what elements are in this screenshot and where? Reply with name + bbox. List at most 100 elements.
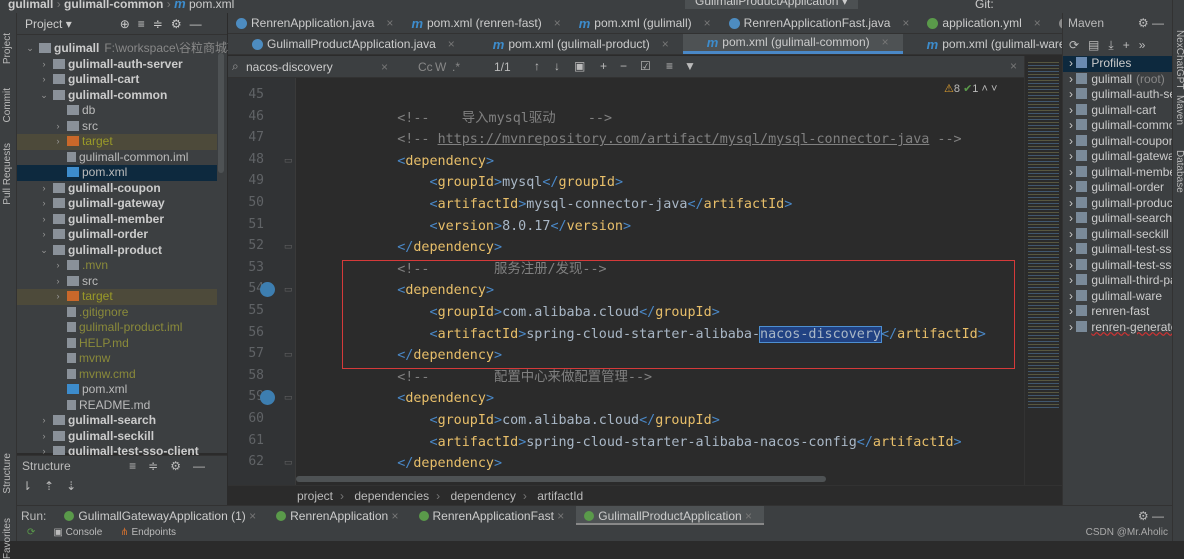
tree-item[interactable]: HELP.md <box>17 336 217 352</box>
chevron-right-icon[interactable]: › <box>53 134 63 150</box>
maven-item[interactable]: › gulimall-auth-server <box>1063 87 1172 103</box>
crumb-root[interactable]: gulimall <box>8 0 53 11</box>
chevron-right-icon[interactable]: › <box>1069 273 1076 287</box>
chevron-right-icon[interactable]: › <box>53 274 63 290</box>
chevron-right-icon[interactable]: › <box>39 196 49 212</box>
rerun-icon[interactable]: ⟳ <box>27 525 35 541</box>
tree-item[interactable]: db <box>17 103 217 119</box>
chevron-right-icon[interactable]: › <box>1069 227 1076 241</box>
pull-requests-tool-tab[interactable]: Pull Requests <box>2 143 13 205</box>
chevron-right-icon[interactable]: › <box>53 289 63 305</box>
minimap[interactable] <box>1024 56 1062 486</box>
editor-tab[interactable]: application.yml × <box>919 13 1050 33</box>
crumb-project[interactable]: project <box>297 489 333 503</box>
close-tab-icon[interactable]: × <box>882 34 889 53</box>
database-tool-tab[interactable]: Database <box>1174 150 1184 193</box>
run-tab[interactable]: GulimallProductApplication × <box>576 506 765 525</box>
tree-item[interactable]: › gulimall-gateway <box>17 196 217 212</box>
toggle-occurrence-icon[interactable]: ☑ <box>640 59 651 73</box>
tree-item[interactable]: › src <box>17 119 217 135</box>
tree-item[interactable]: › target <box>17 134 217 150</box>
fold-marker-icon[interactable]: ▭ <box>284 155 293 166</box>
chevron-right-icon[interactable]: › <box>39 57 49 73</box>
maven-item[interactable]: › gulimall-cart <box>1063 103 1172 119</box>
maven-item[interactable]: › gulimall-order <box>1063 180 1172 196</box>
chevron-down-icon[interactable]: ⌄ <box>39 88 49 104</box>
chevron-down-icon[interactable]: ⌄ <box>39 243 49 259</box>
fold-marker-icon[interactable]: ▭ <box>284 349 293 360</box>
tree-item[interactable]: › src <box>17 274 217 290</box>
close-tab-icon[interactable]: × <box>448 34 455 54</box>
maven-item[interactable]: › gulimall-search <box>1063 211 1172 227</box>
run-tab[interactable]: RenrenApplication × <box>268 506 410 525</box>
chevron-right-icon[interactable]: › <box>39 429 49 445</box>
chevron-right-icon[interactable]: › <box>1069 56 1076 70</box>
close-find-icon[interactable]: × <box>1010 59 1017 73</box>
chevron-right-icon[interactable]: › <box>1069 211 1076 225</box>
close-tab-icon[interactable]: × <box>246 509 256 523</box>
fold-marker-icon[interactable]: ▭ <box>284 392 293 403</box>
chevron-right-icon[interactable]: › <box>1069 304 1076 318</box>
search-input[interactable] <box>246 58 396 75</box>
tree-item[interactable]: › gulimall-order <box>17 227 217 243</box>
maven-item[interactable]: › gulimall-coupon <box>1063 134 1172 150</box>
chevron-right-icon[interactable]: › <box>39 212 49 228</box>
tree-item[interactable]: › gulimall-coupon <box>17 181 217 197</box>
filter-icon[interactable]: ▼ <box>684 59 696 73</box>
close-tab-icon[interactable]: × <box>554 509 564 523</box>
editor-tab[interactable]: generator.properties× <box>1051 13 1062 33</box>
remove-occurrence-icon[interactable]: − <box>620 59 627 73</box>
fold-marker-icon[interactable]: ▭ <box>284 457 293 468</box>
minimize-icon[interactable]: — <box>190 13 202 34</box>
locate-icon[interactable]: ⊕ <box>120 13 130 34</box>
chevron-right-icon[interactable]: › <box>1069 87 1076 101</box>
tree-item[interactable]: ⌄ gulimall F:\workspace\谷粒商城项目\ <box>17 41 254 57</box>
tree-item[interactable]: mvnw <box>17 351 217 367</box>
tree-item[interactable]: gulimall-product.iml <box>17 320 217 336</box>
chevron-right-icon[interactable]: › <box>39 181 49 197</box>
maven-item[interactable]: › gulimall-gateway <box>1063 149 1172 165</box>
tree-item[interactable]: › gulimall-search <box>17 413 217 429</box>
editor-tab[interactable]: mpom.xml (gulimall-ware)× <box>903 34 1062 54</box>
tree-item[interactable]: › gulimall-member <box>17 212 217 228</box>
tree-item[interactable]: pom.xml <box>17 382 217 398</box>
tree-item[interactable]: .gitignore <box>17 305 217 321</box>
tree-item[interactable]: › gulimall-auth-server <box>17 57 217 73</box>
project-tool-tab[interactable]: Project <box>2 33 13 64</box>
console-tab[interactable]: ▣ Console <box>53 525 102 541</box>
crumb-artifactid[interactable]: artifactId <box>537 489 583 503</box>
chevron-right-icon[interactable]: › <box>1069 134 1076 148</box>
run-tab[interactable]: RenrenApplicationFast × <box>411 506 577 525</box>
editor-tab[interactable]: m pom.xml (gulimall) × <box>571 13 721 33</box>
tree-item[interactable]: › gulimall-seckill <box>17 429 217 445</box>
tree-item[interactable]: README.md <box>17 398 217 414</box>
filter-options-icon[interactable]: ≡ <box>666 59 673 73</box>
maven-item[interactable]: › gulimall (root) <box>1063 72 1172 88</box>
structure-tools-icon[interactable]: ≡≑⚙— <box>129 456 217 476</box>
maven-item[interactable]: › gulimall-product <box>1063 196 1172 212</box>
close-tab-icon[interactable]: × <box>902 13 909 33</box>
maven-item[interactable]: › Profiles <box>1063 56 1172 72</box>
regex-toggle[interactable]: .* <box>452 60 460 74</box>
tree-item[interactable]: gulimall-common.iml <box>17 150 217 166</box>
chevron-right-icon[interactable]: › <box>1069 72 1076 86</box>
structure-tool-tab[interactable]: Structure <box>2 453 13 494</box>
maven-tool-tab[interactable]: Maven <box>1174 95 1184 125</box>
tree-item[interactable]: › .mvn <box>17 258 217 274</box>
maven-settings-icon[interactable]: ⚙ — <box>1138 13 1164 34</box>
match-case-toggle[interactable]: Cc <box>418 60 433 74</box>
maven-item[interactable]: › gulimall-third-party <box>1063 273 1172 289</box>
chevron-right-icon[interactable]: › <box>1069 242 1076 256</box>
tree-item[interactable]: › gulimall-cart <box>17 72 217 88</box>
tree-item[interactable]: ⌄ gulimall-product <box>17 243 217 259</box>
whole-word-toggle[interactable]: W <box>435 60 446 74</box>
collapse-all-icon[interactable]: ≑ <box>153 13 163 34</box>
maven-item[interactable]: › gulimall-member <box>1063 165 1172 181</box>
chevron-right-icon[interactable]: › <box>53 119 63 135</box>
editor-tab[interactable]: RenrenApplication.java × <box>228 13 403 33</box>
tree-item[interactable]: › target <box>17 289 217 305</box>
maven-item[interactable]: › renren-fast <box>1063 304 1172 320</box>
crumb-dependencies[interactable]: dependencies <box>354 489 429 503</box>
project-scrollbar[interactable] <box>218 53 224 173</box>
project-view-selector[interactable]: Project ▾ <box>25 13 72 34</box>
